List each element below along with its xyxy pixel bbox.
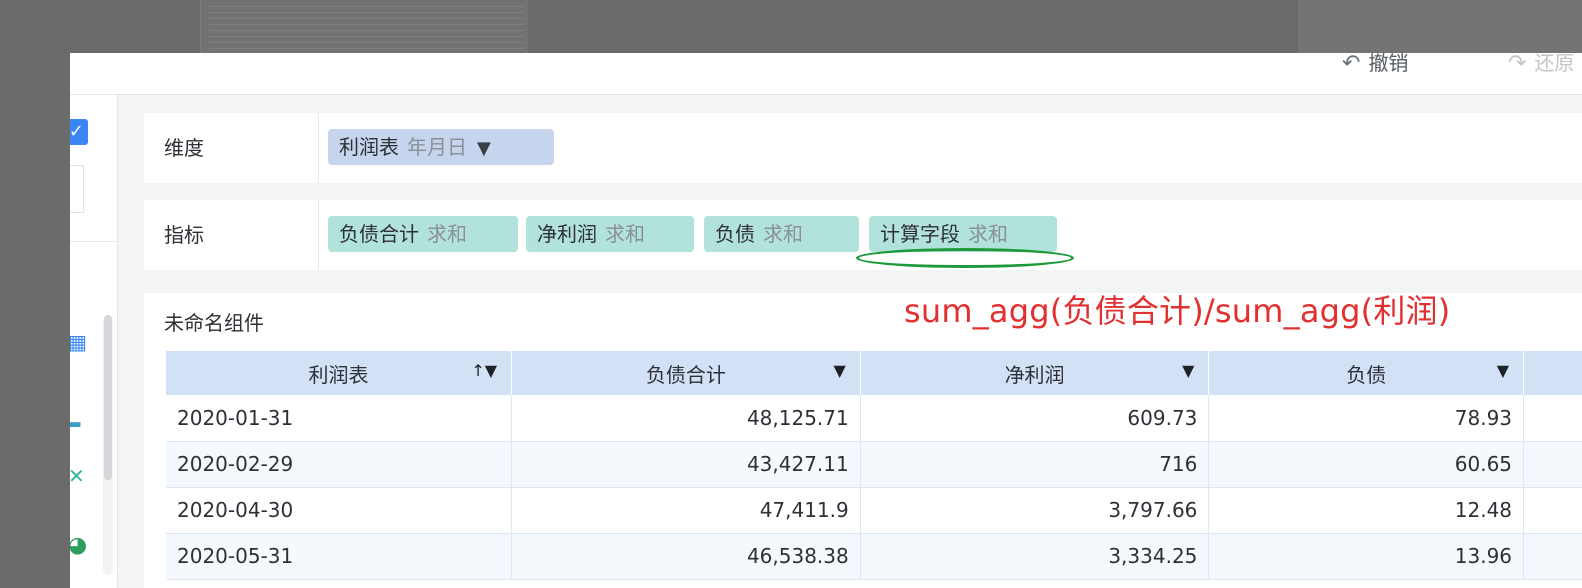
- table-cell: 2020-01-31: [166, 395, 513, 442]
- sort-filter-icon[interactable]: ↑▼: [471, 361, 497, 380]
- table-cell: [1523, 533, 1582, 580]
- table-cell: 47,411.9: [511, 487, 861, 534]
- metric-pill[interactable]: 净利润 求和: [526, 216, 694, 252]
- checkbox-icon[interactable]: ✓: [70, 119, 88, 145]
- data-table: 利润表 ↑▼ 负债合计 ▼ 净利润 ▼ 负债 ▼ 2020-01-31 48,125.7…: [166, 351, 1582, 580]
- pill-field: 负债合计: [339, 222, 419, 246]
- table-cell: 609.73: [860, 395, 1210, 442]
- pill-aggregation: 求和: [763, 222, 803, 246]
- dimension-pill[interactable]: 利润表 年月日 ▼: [328, 129, 554, 165]
- column-header[interactable]: 利润表 ↑▼: [166, 351, 513, 395]
- table-cell: 2020-05-31: [166, 533, 513, 580]
- column-label: 负债合计: [645, 362, 726, 387]
- table-cell: 78.93: [1208, 395, 1525, 442]
- table-row[interactable]: 2020-04-30 47,411.9 3,797.66 12.48: [166, 487, 1582, 534]
- highlight-ellipse: [856, 248, 1074, 268]
- undo-button[interactable]: ↶ 撤销: [1342, 53, 1408, 76]
- column-header[interactable]: 负债 ▼: [1208, 351, 1525, 395]
- pill-field: 利润表: [339, 135, 399, 159]
- dimension-label: 维度: [164, 113, 319, 183]
- redo-icon: ↷: [1508, 53, 1527, 76]
- table-cell: 13.96: [1208, 533, 1525, 580]
- column-header[interactable]: 负债合计 ▼: [511, 351, 861, 395]
- component-editor-dialog: ↶ 撤销 ↷ 还原 ✓ ▦ ▂ ✕ ◕ 维度 利润表 年月日 ▼ 指标 负债合计 求和 净…: [70, 53, 1582, 588]
- metric-label: 指标: [164, 200, 319, 270]
- table-row[interactable]: 2020-05-31 46,538.38 3,334.25 13.96: [166, 533, 1582, 580]
- dropdown-icon[interactable]: ▼: [833, 361, 845, 380]
- line-chart-icon[interactable]: ✕: [70, 465, 85, 487]
- dimension-row: 维度 利润表 年月日 ▼: [144, 113, 1582, 183]
- dialog-header: ↶ 撤销 ↷ 还原: [70, 53, 1582, 95]
- divider: [70, 241, 118, 242]
- table-cell: 48,125.71: [511, 395, 861, 442]
- metric-pill[interactable]: 负债 求和: [704, 216, 859, 252]
- table-cell: 3,334.25: [860, 533, 1210, 580]
- background-spreadsheet: [200, 0, 528, 54]
- table-cell: [1523, 395, 1582, 442]
- filter-icon[interactable]: ▼: [477, 138, 491, 159]
- redo-label: 还原: [1534, 53, 1575, 75]
- left-panel: ✓ ▦ ▂ ✕ ◕: [70, 95, 118, 588]
- column-label: 利润表: [308, 362, 369, 387]
- dropdown-icon[interactable]: ▼: [1182, 361, 1194, 380]
- table-cell: 3,797.66: [860, 487, 1210, 534]
- formula-annotation: sum_agg(负债合计)/sum_agg(利润): [904, 292, 1451, 330]
- table-header-row: 利润表 ↑▼ 负债合计 ▼ 净利润 ▼ 负债 ▼: [166, 351, 1582, 395]
- undo-icon: ↶: [1342, 53, 1361, 76]
- pill-field: 计算字段: [880, 222, 960, 246]
- metric-pill[interactable]: 负债合计 求和: [328, 216, 518, 252]
- table-cell: 716: [860, 441, 1210, 488]
- table-cell: [1523, 441, 1582, 488]
- table-cell: 43,427.11: [511, 441, 861, 488]
- dropdown-icon[interactable]: ▼: [1497, 361, 1509, 380]
- left-panel-input[interactable]: [70, 165, 84, 213]
- component-panel: 未命名组件 利润表 ↑▼ 负债合计 ▼ 净利润 ▼ 负债 ▼ 2020-01-31 48…: [144, 293, 1582, 588]
- pill-aggregation: 求和: [605, 222, 645, 246]
- table-row[interactable]: 2020-02-29 43,427.11 716 60.65: [166, 441, 1582, 488]
- table-cell: 2020-04-30: [166, 487, 513, 534]
- pill-field: 净利润: [537, 222, 597, 246]
- bar-chart-icon[interactable]: ▂: [70, 407, 80, 429]
- table-chart-icon[interactable]: ▦: [70, 331, 87, 353]
- column-label: 负债: [1346, 362, 1387, 387]
- pie-chart-icon[interactable]: ◕: [70, 535, 87, 557]
- table-cell: 2020-02-29: [166, 441, 513, 488]
- pill-date-granularity: 年月日: [407, 135, 467, 159]
- table-cell: 60.65: [1208, 441, 1525, 488]
- pill-aggregation: 求和: [968, 222, 1008, 246]
- background-panel: [1298, 0, 1582, 54]
- column-label: 净利润: [1004, 362, 1065, 387]
- table-cell: [1523, 487, 1582, 534]
- pill-aggregation: 求和: [427, 222, 467, 246]
- left-panel-scrollbar-thumb[interactable]: [104, 315, 112, 480]
- column-header-overflow: [1523, 351, 1582, 395]
- table-cell: 12.48: [1208, 487, 1525, 534]
- table-cell: 46,538.38: [511, 533, 861, 580]
- table-row[interactable]: 2020-01-31 48,125.71 609.73 78.93: [166, 395, 1582, 442]
- undo-label: 撤销: [1368, 53, 1409, 75]
- metric-pill-calculated-field[interactable]: 计算字段 求和: [869, 216, 1057, 252]
- redo-button[interactable]: ↷ 还原: [1508, 53, 1574, 76]
- pill-field: 负债: [715, 222, 755, 246]
- component-title[interactable]: 未命名组件: [164, 307, 264, 336]
- column-header[interactable]: 净利润 ▼: [860, 351, 1210, 395]
